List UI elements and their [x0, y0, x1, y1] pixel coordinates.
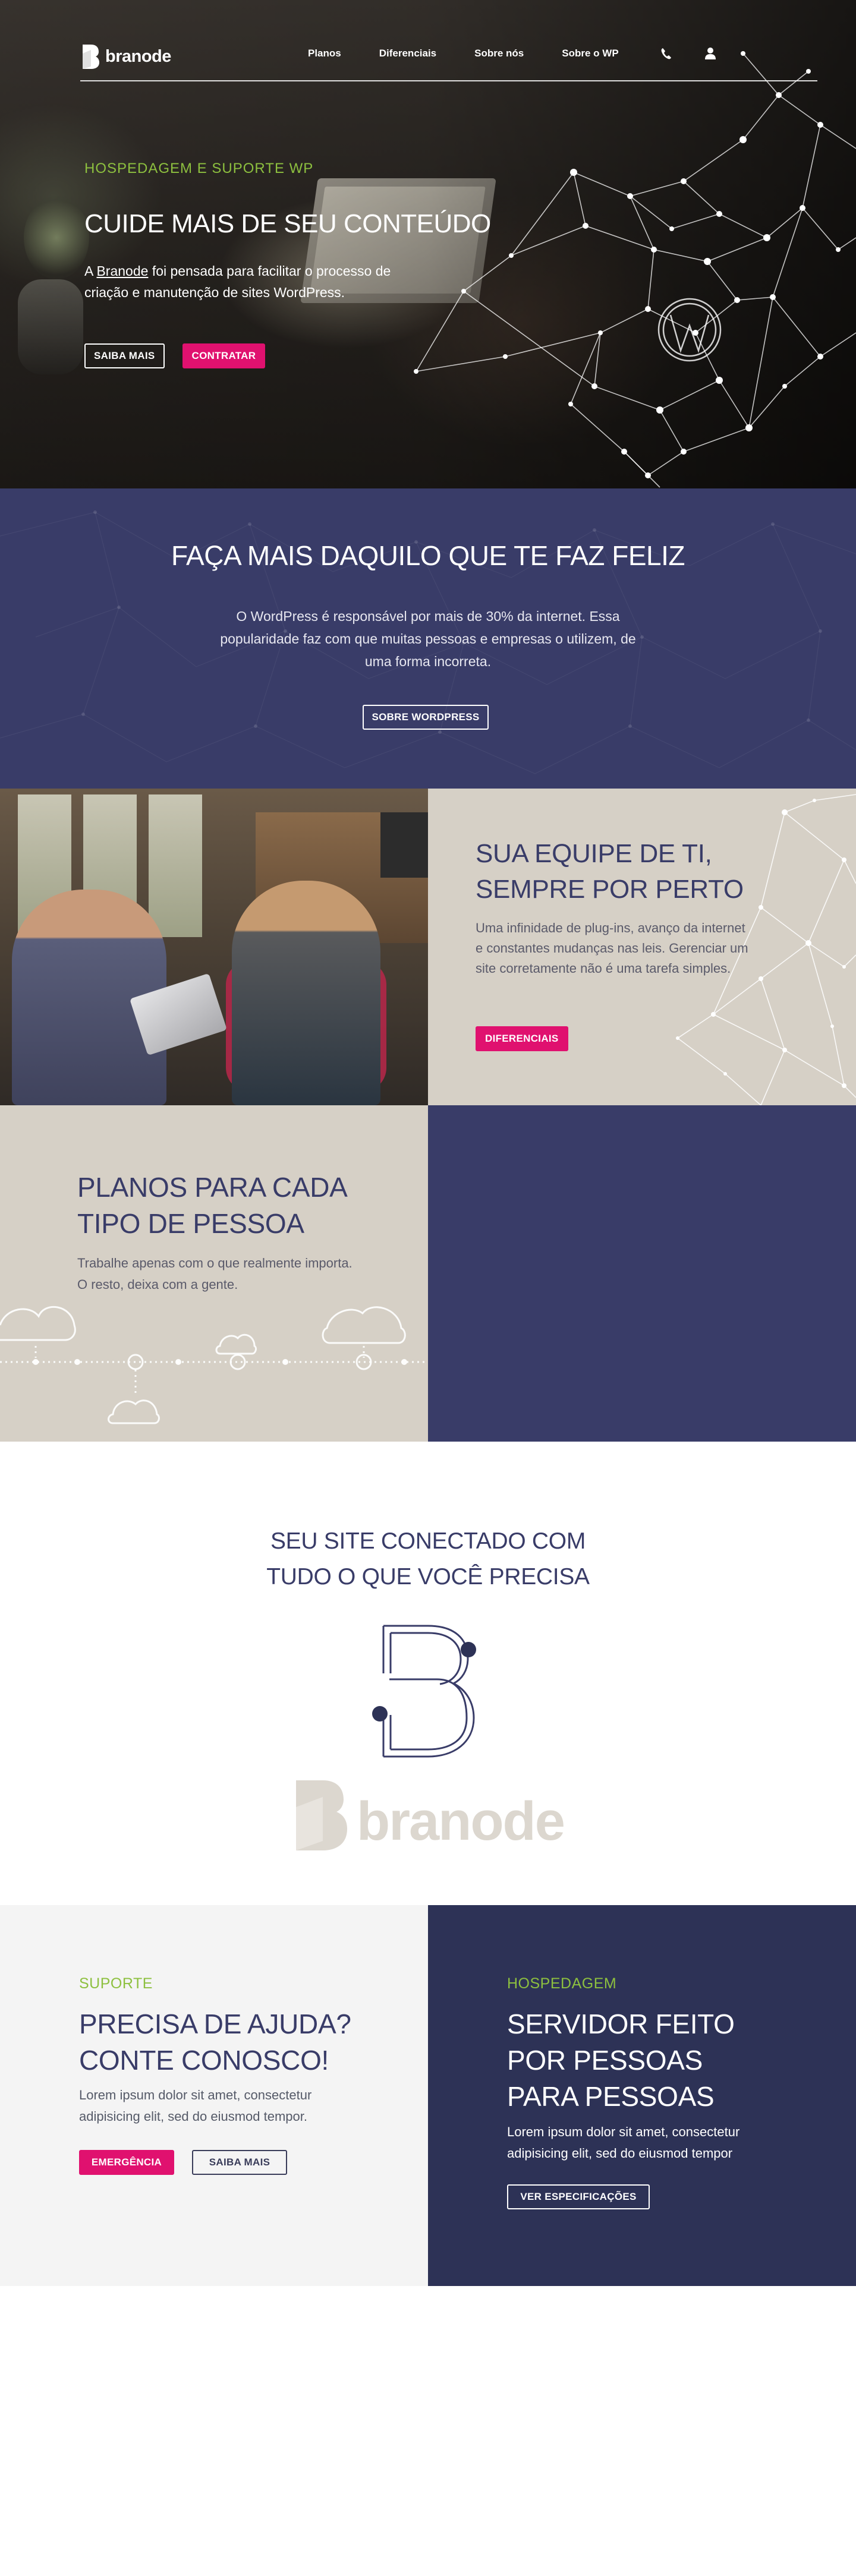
connected-logo-text: branode — [357, 1791, 564, 1852]
ver-especificacoes-button[interactable]: VER ESPECIFICAÇÕES — [507, 2184, 650, 2209]
hero-section: branode Planos Diferenciais Sobre nós So… — [0, 0, 856, 488]
connection-node-icon — [372, 1706, 388, 1721]
phone-icon[interactable] — [660, 46, 672, 61]
connected-title-line1: SEU SITE CONECTADO COM — [270, 1528, 586, 1554]
branode-wordmark-logo: branode — [296, 1780, 565, 1852]
support-eyebrow: SUPORTE — [79, 1975, 153, 1992]
plans-description: Trabalhe apenas com o que realmente impo… — [77, 1256, 353, 1292]
support-title-line1: PRECISA DE AJUDA? — [79, 2009, 351, 2039]
plans-title-line1: PLANOS PARA CADA — [77, 1172, 348, 1203]
nav-menu: Planos Diferenciais Sobre nós Sobre o WP — [308, 48, 619, 59]
page-bottom-blank — [0, 2286, 856, 2576]
cloud-icon — [108, 1399, 160, 1424]
brand-name: branode — [105, 46, 171, 66]
hosting-eyebrow: HOSPEDAGEM — [507, 1975, 617, 1992]
plans-section: PLANOS PARA CADA TIPO DE PESSOA Trabalhe … — [0, 1105, 856, 1442]
team-title-line2: SEMPRE POR PERTO — [476, 875, 744, 904]
nav-divider — [80, 80, 817, 81]
plans-title: PLANOS PARA CADA TIPO DE PESSOA — [77, 1169, 386, 1242]
main-navigation: branode Planos Diferenciais Sobre nós So… — [80, 42, 817, 81]
connected-title: SEU SITE CONECTADO COM TUDO O QUE VOCÊ PR… — [0, 1524, 856, 1595]
team-panel: SUA EQUIPE DE TI, SEMPRE POR PERTO Uma in… — [428, 789, 856, 1105]
team-section: SUA EQUIPE DE TI, SEMPRE POR PERTO Uma in… — [0, 789, 856, 1105]
photo-person — [232, 881, 380, 1105]
support-title: PRECISA DE AJUDA? CONTE CONOSCO! — [79, 2006, 388, 2079]
hero-eyebrow: HOSPEDAGEM E SUPORTE WP — [84, 160, 314, 176]
plans-navy-panel — [428, 1105, 856, 1442]
connection-node-icon — [461, 1642, 476, 1657]
hero-title: CUIDE MAIS DE SEU CONTEÚDO — [84, 209, 491, 238]
hosting-panel: HOSPEDAGEM SERVIDOR FEITO POR PESSOAS PARA… — [428, 1905, 856, 2286]
hero-buttons: SAIBA MAIS CONTRATAR — [84, 343, 266, 368]
team-title-line1: SUA EQUIPE DE TI, — [476, 839, 712, 868]
nav-item-planos[interactable]: Planos — [308, 48, 341, 59]
hosting-description: Lorem ipsum dolor sit amet, consectetur … — [507, 2124, 740, 2161]
nav-item-sobre-nos[interactable]: Sobre nós — [474, 48, 524, 59]
hero-brand-link[interactable]: Branode — [96, 263, 148, 279]
hosting-title-line3: PARA PESSOAS — [507, 2081, 715, 2112]
feature-title: FAÇA MAIS DAQUILO QUE TE FAZ FELIZ — [171, 540, 685, 571]
plans-panel: PLANOS PARA CADA TIPO DE PESSOA Trabalhe … — [0, 1105, 428, 1442]
hosting-title-line1: SERVIDOR FEITO — [507, 2009, 735, 2039]
connected-section: SEU SITE CONECTADO COM TUDO O QUE VOCÊ PR… — [0, 1442, 856, 1905]
hosting-title: SERVIDOR FEITO POR PESSOAS PARA PESSOAS — [507, 2006, 816, 2115]
brand-logo[interactable]: branode — [80, 42, 171, 71]
connected-title-line2: TUDO O QUE VOCÊ PRECISA — [266, 1564, 590, 1590]
saiba-mais-button[interactable]: SAIBA MAIS — [84, 343, 165, 368]
hosting-title-line2: POR PESSOAS — [507, 2045, 703, 2076]
support-saiba-mais-button[interactable]: SAIBA MAIS — [192, 2150, 287, 2175]
cloud-icon — [215, 1333, 257, 1355]
support-title-line2: CONTE CONOSCO! — [79, 2045, 329, 2076]
team-photo — [0, 789, 428, 1105]
sobre-wordpress-button[interactable]: SOBRE WORDPRESS — [363, 705, 489, 730]
nav-icons — [660, 46, 716, 61]
feature-section: FAÇA MAIS DAQUILO QUE TE FAZ FELIZ O Wor… — [0, 488, 856, 789]
team-description: Uma infinidade de plug-ins, avanço da in… — [476, 920, 748, 976]
team-title: SUA EQUIPE DE TI, SEMPRE POR PERTO — [476, 836, 761, 907]
branode-logo-icon — [83, 45, 99, 69]
support-description: Lorem ipsum dolor sit amet, consectetur … — [79, 2088, 312, 2124]
cloud-icon — [322, 1306, 406, 1344]
branode-outline-icon — [372, 1625, 476, 1758]
support-hosting-section: SUPORTE PRECISA DE AJUDA? CONTE CONOSCO! … — [0, 1905, 856, 2286]
contratar-button[interactable]: CONTRATAR — [182, 343, 266, 368]
nav-item-sobre-wp[interactable]: Sobre o WP — [562, 48, 618, 59]
photo-window — [149, 794, 202, 937]
plans-title-line2: TIPO DE PESSOA — [77, 1208, 304, 1239]
photo-chalkboard — [380, 812, 428, 878]
nav-item-diferenciais[interactable]: Diferenciais — [379, 48, 436, 59]
hero-text-prefix: A — [84, 263, 97, 279]
emergencia-button[interactable]: EMERGÊNCIA — [79, 2150, 174, 2175]
hero-description: A Branode foi pensada para facilitar o p… — [84, 260, 417, 303]
hero-network-graphic — [414, 51, 856, 488]
user-icon[interactable] — [704, 46, 716, 61]
cloud-icon — [0, 1306, 76, 1341]
support-panel: SUPORTE PRECISA DE AJUDA? CONTE CONOSCO! … — [0, 1905, 428, 2286]
support-buttons: EMERGÊNCIA SAIBA MAIS — [79, 2150, 287, 2175]
diferenciais-button[interactable]: DIFERENCIAIS — [476, 1026, 568, 1051]
feature-description: O WordPress é responsável por mais de 30… — [220, 608, 636, 669]
